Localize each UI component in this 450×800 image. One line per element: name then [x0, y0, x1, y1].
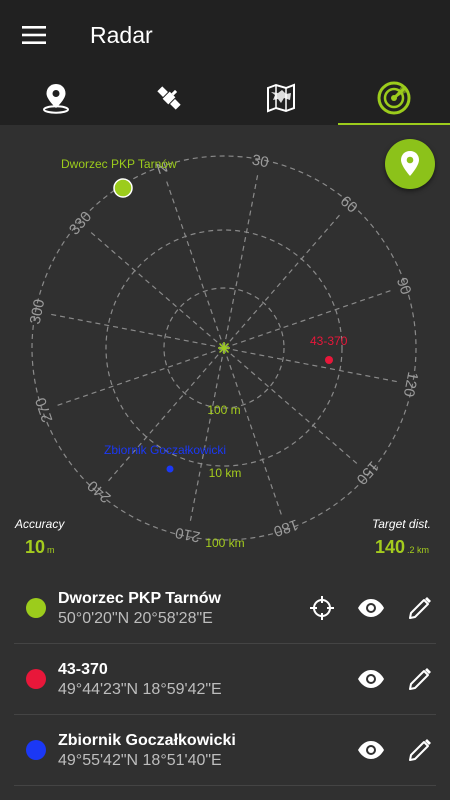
color-dot	[26, 740, 46, 760]
place-name: 43-370	[58, 661, 108, 678]
place-coords: 49°55'42"N 18°51'40"E	[58, 752, 222, 769]
range-ring-label: 100 m	[207, 403, 240, 417]
bearing-label: 90	[393, 275, 415, 296]
place-coords: 49°44'23"N 18°59'42"E	[58, 681, 222, 698]
bearing-spoke	[223, 347, 401, 383]
radar-target-marker[interactable]	[113, 178, 133, 198]
tab-radar[interactable]	[337, 70, 450, 125]
map-pin-icon	[401, 151, 419, 176]
eye-icon[interactable]	[356, 735, 386, 765]
list-item[interactable]: 43-370 49°44'23"N 18°59'42"E	[14, 644, 436, 715]
crosshair-icon[interactable]	[307, 593, 337, 623]
radar-chart: N 306090120150180210240270300330 100 m10 …	[27, 152, 421, 550]
range-ring-label: 10 km	[209, 466, 242, 480]
radar-target-label: Dworzec PKP Tarnów	[61, 157, 177, 171]
edit-icon[interactable]	[405, 664, 435, 694]
places-list: Dworzec PKP Tarnów 50°0'20"N 20°58'28"E …	[0, 573, 450, 786]
bearing-spoke	[87, 229, 225, 349]
list-item[interactable]: Dworzec PKP Tarnów 50°0'20"N 20°58'28"E	[14, 573, 436, 644]
bearing-spoke	[47, 313, 225, 349]
bearing-label: 60	[337, 193, 361, 217]
edit-icon[interactable]	[405, 735, 435, 765]
bearing-spoke	[223, 171, 259, 349]
bearing-label: 270	[32, 395, 56, 424]
bearing-label: 150	[353, 458, 382, 488]
radar-icon	[377, 81, 411, 114]
radar-target-marker[interactable]	[166, 465, 174, 473]
bearing-label: 300	[27, 298, 48, 326]
tab-location[interactable]	[0, 70, 113, 125]
bearing-label: 120	[400, 370, 421, 398]
eye-icon[interactable]	[356, 593, 386, 623]
menu-icon[interactable]	[0, 0, 70, 70]
tab-map[interactable]	[225, 70, 338, 125]
color-dot	[26, 669, 46, 689]
radar-target-marker[interactable]	[325, 356, 333, 364]
range-ring-label: 100 km	[205, 536, 244, 550]
bearing-spoke	[189, 347, 225, 525]
eye-icon[interactable]	[356, 664, 386, 694]
app-bar: Radar	[0, 0, 450, 70]
map-icon	[267, 83, 296, 112]
bearing-label: 330	[66, 208, 95, 238]
place-coords: 50°0'20"N 20°58'28"E	[58, 610, 213, 627]
bearing-spoke	[223, 347, 361, 467]
bearing-label: 240	[84, 477, 114, 506]
target-distance-value: 140.2 km	[375, 537, 430, 557]
color-dot	[26, 598, 46, 618]
tab-satellites[interactable]	[113, 70, 226, 125]
target-distance-label: Target dist.	[372, 517, 431, 531]
place-name: Zbiornik Goczałkowicki	[58, 732, 236, 749]
map-pin-icon	[43, 83, 70, 114]
list-item[interactable]: Zbiornik Goczałkowicki 49°55'42"N 18°51'…	[14, 715, 436, 786]
radar-target-label: Zbiornik Goczałkowicki	[104, 443, 226, 457]
my-location-button[interactable]	[385, 139, 435, 189]
bearing-spoke	[223, 211, 343, 349]
bearing-label: 210	[174, 524, 202, 545]
center-icon	[218, 342, 230, 354]
bearing-label: 30	[250, 152, 270, 172]
accuracy-value: 10 m	[25, 537, 55, 557]
tab-bar	[0, 70, 450, 125]
satellite-icon	[157, 85, 181, 110]
accuracy-label: Accuracy	[15, 517, 65, 531]
page-title: Radar	[90, 21, 153, 48]
place-name: Dworzec PKP Tarnów	[58, 590, 221, 607]
bearing-spoke	[105, 347, 225, 485]
edit-icon[interactable]	[405, 593, 435, 623]
bearing-label: 180	[271, 516, 300, 540]
radar-target-label: 43-370	[310, 334, 348, 348]
